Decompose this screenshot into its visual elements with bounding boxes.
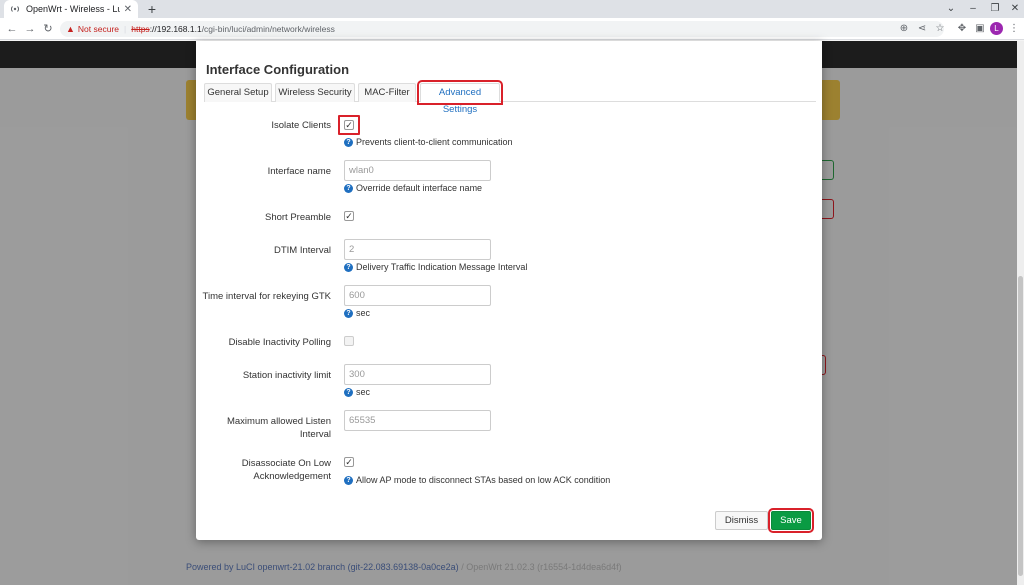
wireless-favicon-icon: [10, 4, 20, 14]
station-inactivity-hint-text: sec: [356, 387, 371, 397]
disassoc-label-line1: Disassociate On Low: [241, 458, 331, 469]
help-icon: ?: [344, 308, 353, 318]
isolate-clients-checkbox[interactable]: ✓: [344, 120, 354, 130]
zoom-icon[interactable]: ⊕: [896, 21, 912, 37]
profile-avatar[interactable]: L: [990, 22, 1003, 35]
interface-name-input[interactable]: wlan0: [344, 160, 491, 181]
max-listen-label: Maximum allowed Listen Interval: [227, 415, 331, 441]
rekey-gtk-hint-text: sec: [356, 308, 371, 318]
restore-icon[interactable]: ❐: [984, 0, 1006, 18]
browser-tab-strip: OpenWrt - Wireless - LuCI ✕ + ⌄ – ❐ ✕: [0, 0, 1024, 18]
reload-icon[interactable]: ↻: [40, 21, 56, 37]
scrollbar-thumb[interactable]: [1018, 276, 1023, 576]
rekey-gtk-label: Time interval for rekeying GTK: [202, 291, 331, 302]
station-inactivity-label: Station inactivity limit: [242, 370, 331, 381]
max-listen-label-line2: Interval: [299, 429, 331, 440]
save-button[interactable]: Save: [768, 508, 814, 533]
config-tabs: General Setup Wireless Security MAC-Filt…: [204, 80, 816, 115]
disable-polling-label: Disable Inactivity Polling: [228, 337, 331, 348]
modal-title: Interface Configuration: [206, 62, 350, 77]
short-preamble-checkbox[interactable]: ✓: [344, 211, 354, 221]
new-tab-button[interactable]: +: [144, 1, 160, 17]
browser-tab[interactable]: OpenWrt - Wireless - LuCI ✕: [4, 0, 138, 18]
disassoc-checkbox[interactable]: ✓: [344, 457, 354, 467]
disassoc-hint: ? Allow AP mode to disconnect STAs based …: [344, 475, 610, 485]
url-scheme: https: [131, 24, 150, 34]
warning-icon: ▲: [66, 24, 75, 34]
dtim-interval-label: DTIM Interval: [273, 245, 331, 256]
isolate-clients-label: Isolate Clients: [271, 120, 331, 131]
forward-icon[interactable]: →: [22, 21, 38, 37]
interface-name-label: Interface name: [267, 166, 331, 177]
max-listen-label-line1: Maximum allowed Listen: [226, 416, 331, 427]
disassoc-hint-text: Allow AP mode to disconnect STAs based o…: [356, 475, 611, 485]
share-icon[interactable]: ⋖: [914, 21, 930, 37]
max-listen-input[interactable]: 65535: [344, 410, 491, 431]
bookmark-star-icon[interactable]: ☆: [932, 21, 948, 37]
help-icon: ?: [344, 387, 353, 397]
isolate-clients-hint-text: Prevents client-to-client communication: [356, 137, 513, 147]
browser-toolbar: ← → ↻ ▲ Not secure | https://192.168.1.1…: [0, 18, 1024, 40]
tab-advanced-settings[interactable]: Advanced Settings: [417, 80, 503, 115]
extensions-icon[interactable]: ✥: [954, 21, 970, 37]
side-panel-icon[interactable]: ▣: [972, 21, 988, 37]
disable-polling-checkbox[interactable]: [344, 336, 354, 346]
isolate-clients-hint: ? Prevents client-to-client communication: [344, 137, 513, 147]
url-separator: ://: [149, 24, 157, 34]
url-host: 192.168.1.1: [156, 24, 202, 34]
interface-name-hint: ? Override default interface name: [344, 183, 482, 193]
not-secure-label: Not secure: [77, 24, 120, 34]
tab-mac-filter[interactable]: MAC-Filter: [358, 83, 416, 102]
dismiss-button[interactable]: Dismiss: [715, 511, 768, 530]
menu-kebab-icon[interactable]: ⋮: [1006, 21, 1022, 37]
dtim-interval-hint-text: Delivery Traffic Indication Message Inte…: [356, 262, 528, 272]
station-inactivity-input[interactable]: 300: [344, 364, 491, 385]
rekey-gtk-input[interactable]: 600: [344, 285, 491, 306]
interface-config-modal: Interface Configuration General Setup Wi…: [196, 41, 822, 540]
rekey-gtk-hint: ? sec: [344, 308, 370, 318]
help-icon: ?: [344, 475, 353, 485]
close-window-icon[interactable]: ✕: [1004, 0, 1024, 18]
dtim-interval-input[interactable]: 2: [344, 239, 491, 260]
omnibox-separator: |: [124, 24, 127, 34]
tab-title: OpenWrt - Wireless - LuCI: [26, 4, 120, 14]
tab-general-setup[interactable]: General Setup: [204, 83, 272, 102]
tab-wireless-security[interactable]: Wireless Security: [275, 83, 355, 102]
disassoc-label-line2: Acknowledgement: [253, 471, 331, 482]
minimize-icon[interactable]: –: [962, 0, 984, 18]
short-preamble-label: Short Preamble: [264, 212, 331, 223]
disassoc-label: Disassociate On Low Acknowledgement: [242, 457, 331, 483]
url-path: /cgi-bin/luci/admin/network/wireless: [201, 24, 335, 34]
station-inactivity-hint: ? sec: [344, 387, 370, 397]
address-bar[interactable]: ▲ Not secure | https://192.168.1.1/cgi-b…: [60, 21, 944, 37]
tab-search-icon[interactable]: ⌄: [940, 0, 962, 18]
interface-name-hint-text: Override default interface name: [356, 183, 483, 193]
help-icon: ?: [344, 183, 353, 193]
close-tab-icon[interactable]: ✕: [124, 4, 132, 15]
dtim-interval-hint: ? Delivery Traffic Indication Message Int…: [344, 262, 527, 272]
help-icon: ?: [344, 137, 353, 147]
page-scrollbar[interactable]: [1017, 41, 1024, 585]
back-icon[interactable]: ←: [4, 21, 20, 37]
help-icon: ?: [344, 262, 353, 272]
